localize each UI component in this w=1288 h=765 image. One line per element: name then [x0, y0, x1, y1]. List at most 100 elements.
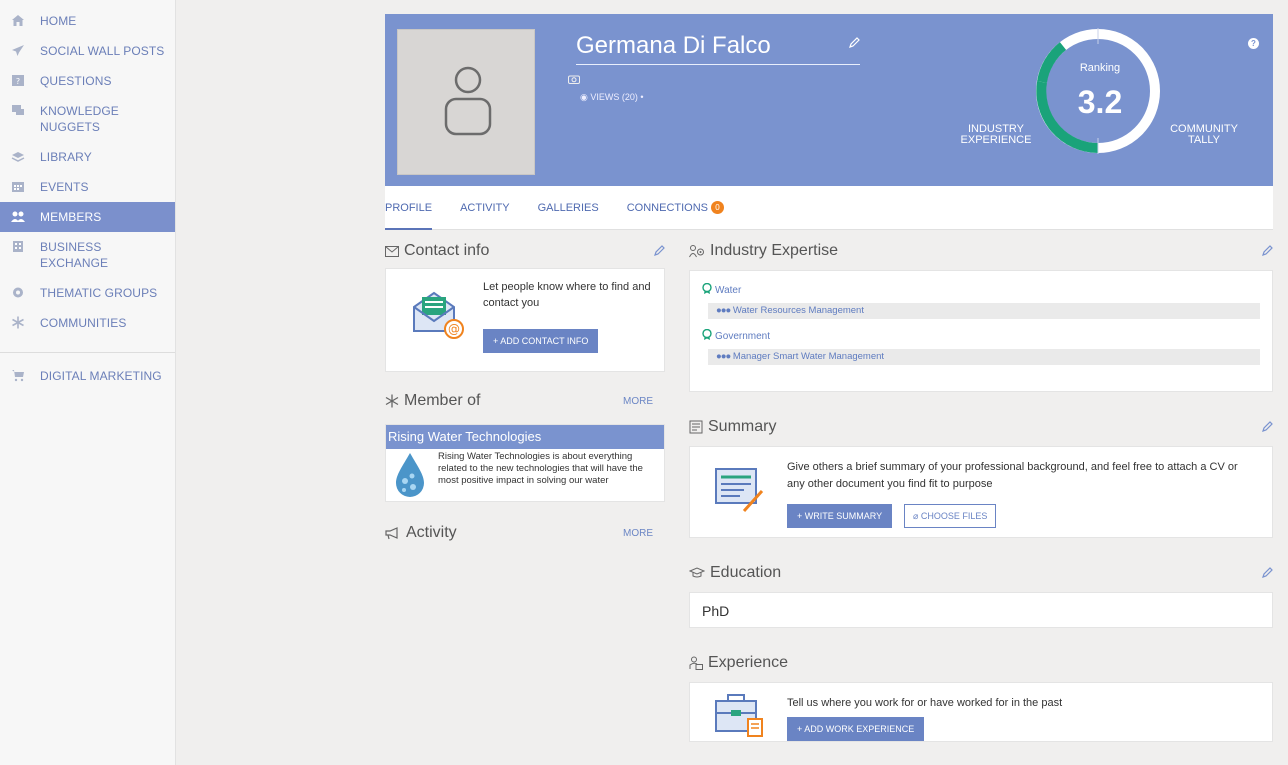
choose-files-button[interactable]: ⌀ CHOOSE FILES	[904, 504, 997, 528]
tab-activity[interactable]: ACTIVITY	[446, 186, 524, 230]
sidebar-item-label: HOME	[40, 14, 77, 28]
group-description: Rising Water Technologies is about every…	[438, 451, 643, 486]
sidebar-item-label: KNOWLEDGE NUGGETS	[40, 104, 119, 134]
sidebar-item-label: SOCIAL WALL POSTS	[40, 44, 165, 58]
document-icon	[689, 420, 703, 434]
education-card: PhD	[689, 592, 1273, 628]
edit-name-pencil-icon[interactable]	[848, 36, 860, 54]
sidebar-item-social-wall-posts[interactable]: SOCIAL WALL POSTS	[0, 36, 175, 66]
contact-prompt-text: Let people know where to find and contac…	[483, 281, 651, 309]
choose-files-label: CHOOSE FILES	[920, 511, 988, 521]
sidebar-item-home[interactable]: HOME	[0, 6, 175, 36]
group-card[interactable]: Rising Water Technologies Rising Water T…	[385, 424, 665, 502]
profile-main: Germana Di Falco ◉ VIEWS (20) • Ranking …	[385, 0, 1273, 742]
education-degree: PhD	[702, 603, 730, 619]
summary-header: Summary	[689, 412, 1273, 442]
sidebar-item-members[interactable]: MEMBERS	[0, 202, 175, 232]
sidebar-item-label: DIGITAL MARKETING	[40, 369, 162, 383]
sidebar-item-events[interactable]: EVENTS	[0, 172, 175, 202]
sidebar-item-label: MEMBERS	[40, 210, 102, 224]
dots-icon: ●●●	[716, 305, 731, 316]
sidebar-item-communities[interactable]: COMMUNITIES	[0, 308, 175, 338]
experience-header: Experience	[689, 648, 1273, 678]
profile-header: Germana Di Falco ◉ VIEWS (20) • Ranking …	[385, 14, 1273, 186]
tab-galleries[interactable]: GALLERIES	[524, 186, 613, 230]
industry-subcategory: ●●● Water Resources Management	[708, 303, 1260, 319]
activity-more-link[interactable]: MORE	[623, 528, 653, 539]
sidebar-item-label: BUSINESS EXCHANGE	[40, 240, 109, 270]
envelope-icon	[385, 245, 399, 257]
industry-expertise-title: Industry Expertise	[710, 242, 839, 259]
profile-tabs: PROFILE ACTIVITY GALLERIES CONNECTIONS 0	[385, 186, 1273, 230]
tab-connections[interactable]: CONNECTIONS 0	[613, 186, 738, 230]
megaphone-icon	[385, 526, 401, 540]
add-work-experience-button[interactable]: + ADD WORK EXPERIENCE	[787, 717, 925, 741]
industry-entry[interactable]: Water	[702, 282, 1260, 297]
sidebar-item-business-exchange[interactable]: BUSINESS EXCHANGE	[0, 232, 175, 278]
industry-entry[interactable]: Government	[702, 328, 1260, 343]
ranking-label: Ranking	[1079, 62, 1121, 74]
sidebar-item-knowledge-nuggets[interactable]: KNOWLEDGE NUGGETS	[0, 96, 175, 142]
snowflake-icon	[385, 394, 399, 408]
sidebar-item-label: EVENTS	[40, 180, 89, 194]
people-gear-icon	[689, 244, 705, 258]
person-briefcase-icon	[689, 656, 703, 670]
tab-connections-label: CONNECTIONS	[626, 201, 709, 214]
svg-text:@: @	[448, 322, 460, 336]
add-contact-info-button[interactable]: + ADD CONTACT INFO	[483, 329, 599, 353]
sidebar-item-library[interactable]: LIBRARY	[0, 142, 175, 172]
write-summary-button[interactable]: + WRITE SUMMARY	[787, 504, 893, 528]
experience-title: Experience	[708, 654, 789, 671]
edit-expertise-pencil-icon[interactable]	[1261, 245, 1273, 257]
paperclip-icon: ⌀	[913, 511, 921, 521]
right-column: Industry Expertise Water ●●● Water Resou…	[689, 236, 1273, 742]
calendar-icon	[10, 179, 26, 193]
profile-name: Germana Di Falco	[576, 32, 860, 65]
industry-name: Water	[715, 284, 742, 296]
avatar-placeholder-icon	[444, 66, 492, 136]
sidebar-item-thematic-groups[interactable]: THEMATIC GROUPS	[0, 278, 175, 308]
views-label: VIEWS (20)	[590, 92, 638, 102]
experience-card: Tell us where you work for or have worke…	[689, 682, 1273, 742]
water-drop-image	[396, 453, 424, 497]
edit-education-pencil-icon[interactable]	[1261, 567, 1273, 579]
tab-profile[interactable]: PROFILE	[385, 186, 446, 230]
sidebar: HOME SOCIAL WALL POSTS ? QUESTIONS KNOWL…	[0, 0, 176, 765]
community-tally-label: COMMUNITY TALLY	[1170, 123, 1238, 146]
building-icon	[10, 239, 26, 253]
sidebar-item-digital-marketing[interactable]: DIGITAL MARKETING	[0, 361, 175, 391]
summary-document-illustration-icon	[715, 468, 764, 513]
cog-icon	[10, 285, 26, 299]
edit-summary-pencil-icon[interactable]	[1261, 421, 1273, 433]
member-of-title: Member of	[404, 392, 481, 409]
edit-contact-pencil-icon[interactable]	[653, 245, 665, 257]
sidebar-item-label: QUESTIONS	[40, 74, 112, 88]
sidebar-nav: HOME SOCIAL WALL POSTS ? QUESTIONS KNOWL…	[0, 0, 175, 338]
contact-info-card: @ Let people know where to find and cont…	[385, 268, 665, 372]
ranking-value: 3.2	[1077, 84, 1123, 120]
dots-icon: ●●●	[716, 351, 731, 362]
briefcase-illustration-icon	[715, 694, 763, 737]
question-icon: ?	[10, 73, 26, 87]
help-icon[interactable]: ?	[1248, 38, 1259, 49]
chat-bubbles-icon	[10, 103, 26, 117]
summary-card: Give others a brief summary of your prof…	[689, 446, 1273, 538]
sidebar-item-label: THEMATIC GROUPS	[40, 286, 158, 300]
svg-text:?: ?	[16, 77, 20, 86]
profile-photo[interactable]	[397, 29, 580, 175]
sidebar-item-questions[interactable]: ? QUESTIONS	[0, 66, 175, 96]
contact-envelope-illustration-icon: @	[413, 291, 464, 339]
sidebar-divider: DIGITAL MARKETING	[0, 352, 175, 391]
member-of-more-link[interactable]: MORE	[623, 396, 653, 407]
industry-expertise-header: Industry Expertise	[689, 236, 1273, 266]
graduation-cap-icon	[689, 567, 705, 579]
activity-header: Activity MORE	[385, 518, 665, 548]
snowflake-icon	[10, 315, 26, 329]
sidebar-item-label: COMMUNITIES	[40, 316, 127, 330]
activity-title: Activity	[406, 524, 457, 541]
cart-icon	[10, 368, 26, 382]
education-header: Education	[689, 558, 1273, 588]
summary-prompt-text: Give others a brief summary of your prof…	[787, 461, 1238, 490]
industry-experience-label: INDUSTRY EXPERIENCE	[960, 123, 1032, 146]
eye-icon: ◉	[580, 92, 588, 102]
